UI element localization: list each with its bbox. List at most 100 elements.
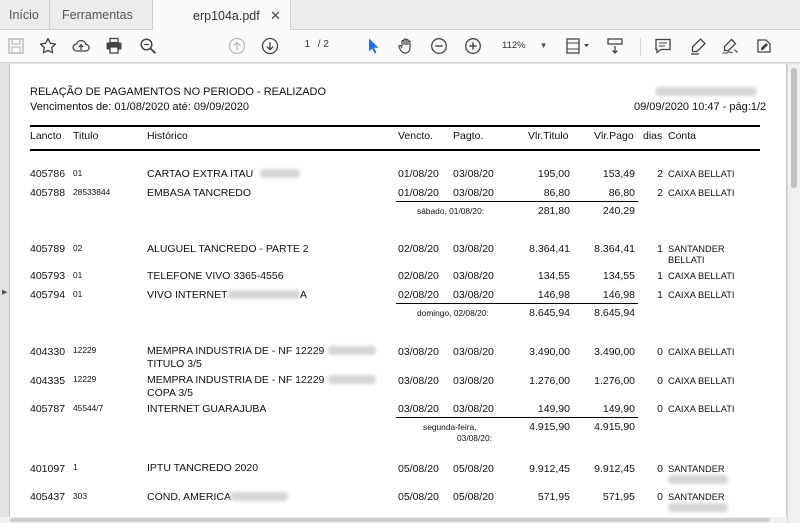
tab-document[interactable]: erp104a.pdf ✕ <box>153 0 291 31</box>
dias-cell: 1 <box>657 270 663 282</box>
tab-tools[interactable]: Ferramentas <box>50 0 153 30</box>
historico-cell: INTERNET GUARAJUBA <box>147 403 267 415</box>
redacted-text <box>668 475 728 484</box>
search-icon[interactable] <box>137 35 159 57</box>
close-tab-icon[interactable]: ✕ <box>270 8 281 24</box>
col-historico: Histórico <box>147 130 188 142</box>
titulo-cell: 1 <box>73 462 78 472</box>
vlr-titulo-cell: 571,95 <box>537 491 570 503</box>
vencto-cell: 02/08/20 <box>398 270 439 282</box>
subtotal-label-line2: 03/08/20: <box>457 433 492 443</box>
next-page-icon[interactable] <box>259 35 281 57</box>
dias-cell: 2 <box>657 168 663 180</box>
vencto-cell: 01/08/20 <box>398 187 439 199</box>
tab-document-label: erp104a.pdf <box>193 8 260 23</box>
historico-cell: TELEFONE VIVO 3365-4556 <box>147 270 284 282</box>
conta-cell: SANTANDER <box>668 244 725 254</box>
dias-cell: 1 <box>657 243 663 255</box>
vencto-cell: 03/08/20 <box>398 403 439 415</box>
dias-cell: 2 <box>657 187 663 199</box>
fill-sign-icon[interactable] <box>753 35 775 57</box>
conta-cell: CAIXA BELLATI <box>668 169 735 179</box>
vlr-titulo-cell: 86,80 <box>543 187 570 199</box>
tab-tools-label: Ferramentas <box>62 8 133 22</box>
zoom-out-icon[interactable] <box>428 35 450 57</box>
chevron-down-icon: ▼ <box>539 41 548 50</box>
subtotal-pago: 240,29 <box>602 205 635 217</box>
select-cursor-icon[interactable] <box>362 35 384 57</box>
redacted-text <box>328 375 376 384</box>
hand-tool-icon[interactable] <box>395 35 417 57</box>
report-subtitle: Vencimentos de: 01/08/2020 até: 09/09/20… <box>30 101 249 113</box>
subtotal-rule <box>396 417 638 418</box>
vlr-titulo-cell: 195,00 <box>537 168 570 180</box>
lancto-cell: 405794 <box>30 289 66 301</box>
save-icon[interactable] <box>5 35 27 57</box>
subtotal-rule <box>396 303 638 304</box>
page-fit-icon[interactable] <box>562 35 592 57</box>
vlr-titulo-cell: 3.490,00 <box>529 346 570 358</box>
col-dias: dias <box>643 130 663 142</box>
lancto-cell: 404330 <box>30 346 66 358</box>
pagto-cell: 05/08/20 <box>453 491 494 503</box>
side-panel-toggle-icon[interactable]: ▶ <box>2 288 7 296</box>
vlr-pago-cell: 571,95 <box>602 491 635 503</box>
titulo-cell: 01 <box>73 270 83 280</box>
star-icon[interactable] <box>37 35 59 57</box>
col-vlr-titulo: Vlr.Titulo <box>528 130 569 142</box>
vlr-pago-cell: 1.276,00 <box>594 375 635 387</box>
comment-icon[interactable] <box>652 35 674 57</box>
vlr-pago-cell: 86,80 <box>608 187 635 199</box>
header-bottom-rule <box>30 149 760 151</box>
draw-signature-icon[interactable] <box>719 35 741 57</box>
lancto-cell: 405789 <box>30 243 66 255</box>
historico-cell-line2: COPA 3/5 <box>147 387 193 399</box>
vencto-cell: 03/08/20 <box>398 346 439 358</box>
pagto-cell: 03/08/20 <box>453 289 494 301</box>
historico-cell-line2: TITULO 3/5 <box>147 358 202 370</box>
print-icon[interactable] <box>103 35 125 57</box>
vlr-pago-cell: 153,49 <box>602 168 635 180</box>
lancto-cell: 405437 <box>30 491 66 503</box>
titulo-cell: 12229 <box>73 345 97 355</box>
dias-cell: 0 <box>657 346 663 358</box>
col-conta: Conta <box>668 130 697 142</box>
page-number-input[interactable]: 1 <box>296 39 310 50</box>
conta-cell: CAIXA BELLATI <box>668 188 735 198</box>
vertical-scrollbar[interactable] <box>787 64 800 523</box>
lancto-cell: 401097 <box>30 463 66 475</box>
dias-cell: 1 <box>657 289 663 301</box>
scrollbar-thumb[interactable] <box>10 518 770 522</box>
zoom-in-icon[interactable] <box>462 35 484 57</box>
pagto-cell: 03/08/20 <box>453 243 494 255</box>
vlr-pago-cell: 3.490,00 <box>594 346 635 358</box>
upload-cloud-icon[interactable] <box>70 35 92 57</box>
scroll-mode-icon[interactable] <box>604 35 626 57</box>
subtotal-titulo: 8.645,94 <box>529 307 570 319</box>
historico-cell: IPTU TANCREDO 2020 <box>147 462 259 474</box>
report-printed-info: 09/09/2020 10:47 - pág:1/2 <box>634 101 767 113</box>
dias-cell: 0 <box>657 491 663 503</box>
zoom-select[interactable]: 112% ▼ <box>502 40 548 51</box>
highlight-pen-icon[interactable] <box>687 35 709 57</box>
document-viewer[interactable]: ▶ RELAÇÃO DE PAGAMENTOS NO PERIODO - REA… <box>0 64 800 523</box>
lancto-cell: 405787 <box>30 403 66 415</box>
page-indicator: 1 / 2 <box>296 39 329 50</box>
subtotal-titulo: 4.915,90 <box>529 421 570 433</box>
subtotal-titulo: 281,80 <box>537 205 570 217</box>
page-total: / 2 <box>317 39 329 50</box>
lancto-cell: 405786 <box>30 168 66 180</box>
pagto-cell: 05/08/20 <box>453 463 494 475</box>
historico-tail: A <box>300 289 308 301</box>
vlr-titulo-cell: 149,90 <box>537 403 570 415</box>
vencto-cell: 03/08/20 <box>398 375 439 387</box>
subtotal-pago: 4.915,90 <box>594 421 635 433</box>
previous-page-icon[interactable] <box>226 35 248 57</box>
horizontal-scrollbar[interactable] <box>0 517 787 523</box>
historico-cell: VIVO INTERNET <box>147 289 228 301</box>
redacted-text <box>328 346 376 355</box>
redacted-company <box>655 87 757 96</box>
scrollbar-thumb[interactable] <box>791 68 797 188</box>
tab-home[interactable]: Início <box>0 0 50 30</box>
historico-cell: ALUGUEL TANCREDO - PARTE 2 <box>147 243 309 255</box>
